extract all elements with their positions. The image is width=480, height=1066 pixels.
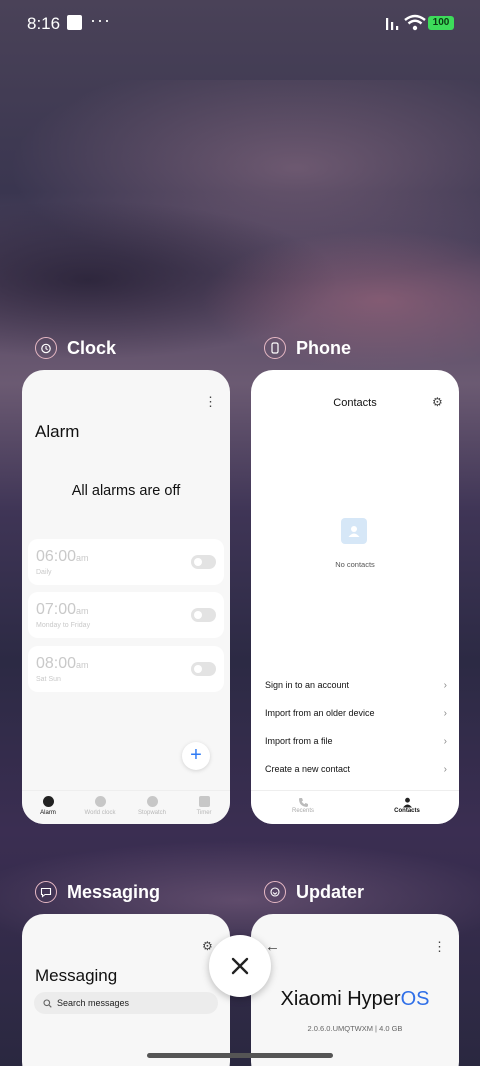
tab-stopwatch[interactable]: Stopwatch <box>126 791 178 824</box>
battery-indicator: 100 <box>428 16 454 30</box>
alarm-days: Monday to Friday <box>36 622 91 629</box>
clock-app-card[interactable]: ⋮ Alarm All alarms are off 06:00am Daily… <box>22 370 230 824</box>
clock-app-header[interactable]: Clock <box>35 334 116 362</box>
tab-alarm[interactable]: Alarm <box>22 791 74 824</box>
chevron-right-icon: › <box>443 736 447 747</box>
alarm-days: Daily <box>36 569 52 576</box>
updater-icon <box>264 881 286 903</box>
alarm-toggle[interactable] <box>191 608 216 622</box>
chevron-right-icon: › <box>443 708 447 719</box>
alarm-time: 07:00am <box>36 601 89 618</box>
tab-timer[interactable]: Timer <box>178 791 230 824</box>
clear-all-button[interactable] <box>209 935 271 997</box>
version-info: 2.0.6.0.UMQTWXM | 4.0 GB <box>307 1024 403 1033</box>
messaging-app-header[interactable]: Messaging <box>35 878 160 906</box>
updater-app-name: Updater <box>296 881 365 902</box>
alarm-row[interactable]: 07:00am Monday to Friday <box>28 592 224 638</box>
alarm-time: 08:00am <box>36 655 89 672</box>
clock-screen-title: Alarm <box>35 422 80 441</box>
phone-app-header[interactable]: Phone <box>264 334 351 362</box>
alarm-row[interactable]: 06:00am Daily <box>28 539 224 585</box>
updater-app-card[interactable]: ← ⋮ Xiaomi HyperOS 2.0.6.0.UMQTWXM | 4.0… <box>251 914 459 1066</box>
hyperos-brand: Xiaomi HyperOS <box>280 988 430 1010</box>
home-gesture-bar[interactable] <box>147 1053 333 1058</box>
phone-icon <box>264 337 286 359</box>
messaging-app-name: Messaging <box>67 881 161 902</box>
alarm-days: Sat Sun <box>36 676 61 683</box>
phone-app-card[interactable]: Contacts ⚙ No contacts Sign in to an acc… <box>251 370 459 824</box>
messaging-screen-title: Messaging <box>35 966 118 985</box>
status-time: 8:16 <box>27 14 61 33</box>
alarms-off-message: All alarms are off <box>71 483 181 499</box>
updater-app-header[interactable]: Updater <box>264 878 364 906</box>
hourglass-icon <box>198 796 210 807</box>
alarm-clock-icon <box>35 337 57 359</box>
contact-placeholder-icon <box>341 518 367 544</box>
tab-world-clock[interactable]: World clock <box>74 791 126 824</box>
more-options-icon[interactable]: ⋮ <box>433 939 446 955</box>
signal-icon <box>386 18 399 30</box>
close-icon <box>231 957 249 975</box>
clock-tab-bar: Alarm World clock Stopwatch Timer <box>22 790 230 824</box>
notification-icon <box>67 15 82 30</box>
clock-app-name: Clock <box>67 337 117 358</box>
no-contacts-message: No contacts <box>335 560 375 569</box>
settings-gear-icon[interactable]: ⚙ <box>202 939 213 953</box>
import-older-device-row[interactable]: Import from an older device › <box>265 708 447 719</box>
chevron-right-icon: › <box>443 764 447 775</box>
contacts-title: Contacts <box>333 397 377 409</box>
phone-tab-bar: Recents Contacts <box>251 790 459 824</box>
tab-recents[interactable]: Recents <box>251 791 355 824</box>
import-file-row[interactable]: Import from a file › <box>265 736 447 747</box>
wifi-icon <box>404 14 426 31</box>
phone-handset-icon <box>298 798 308 807</box>
more-notifications-icon: ··· <box>90 10 111 30</box>
more-options-icon[interactable]: ⋮ <box>204 394 217 410</box>
chevron-right-icon: › <box>443 680 447 691</box>
alarm-toggle[interactable] <box>191 555 216 569</box>
tab-contacts[interactable]: Contacts <box>355 791 459 824</box>
search-icon <box>43 998 52 1008</box>
search-messages-field[interactable]: Search messages <box>34 992 218 1014</box>
status-bar: 8:16 ··· 100 <box>0 0 480 48</box>
message-bubble-icon <box>35 881 57 903</box>
settings-gear-icon[interactable]: ⚙ <box>432 395 443 409</box>
alarm-toggle[interactable] <box>191 662 216 676</box>
phone-app-name: Phone <box>296 337 352 358</box>
alarm-time: 06:00am <box>36 548 89 565</box>
clock-icon <box>94 796 106 807</box>
person-icon <box>402 797 412 808</box>
add-alarm-button[interactable]: + <box>182 742 210 770</box>
alarm-clock-icon <box>42 796 54 807</box>
stopwatch-icon <box>146 796 158 807</box>
sign-in-account-row[interactable]: Sign in to an account › <box>265 680 447 691</box>
messaging-app-card[interactable]: ⚙ Messaging Search messages <box>22 914 230 1066</box>
create-contact-row[interactable]: Create a new contact › <box>265 764 447 775</box>
alarm-row[interactable]: 08:00am Sat Sun <box>28 646 224 692</box>
